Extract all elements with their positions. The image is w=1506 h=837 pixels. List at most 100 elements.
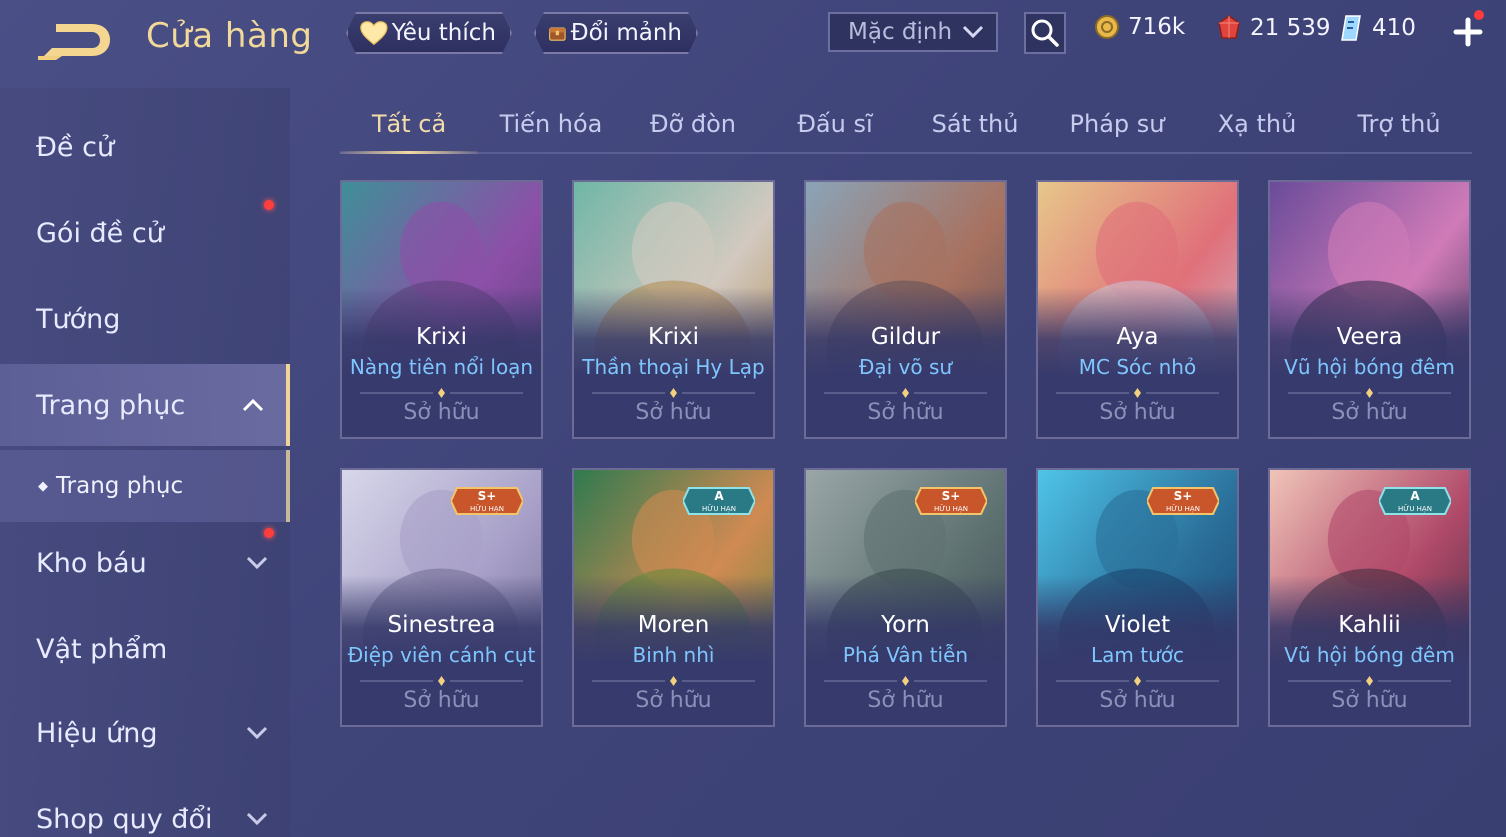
gold-balance: 716k — [1094, 14, 1185, 40]
back-arrow-icon — [38, 24, 110, 60]
gold-coin-icon — [1095, 15, 1119, 39]
voucher-gem-icon — [1341, 15, 1361, 41]
owned-status: Sở hữu — [635, 400, 712, 425]
rarity-tier: S+ — [478, 489, 497, 503]
ruby-amount: 21 539 — [1250, 15, 1331, 41]
sidebar-item-label: Gói đề cử — [36, 217, 164, 249]
tab-label: Tất cả — [371, 110, 447, 138]
skin-card[interactable]: Yorn Phá Vân tiễn Sở hữu S+ HỮU HẠN — [804, 468, 1007, 727]
owned-status: Sở hữu — [1331, 400, 1408, 425]
limited-label: HỮU HẠN — [702, 504, 736, 513]
skin-card[interactable]: Veera Vũ hội bóng đêm Sở hữu — [1268, 180, 1471, 439]
tab-support[interactable]: Trợ thủ — [1330, 96, 1468, 152]
rarity-badge: S+HỮU HẠN — [1147, 487, 1219, 515]
chevron-up-icon — [242, 398, 264, 412]
heart-icon — [360, 19, 388, 47]
back-button[interactable] — [34, 18, 114, 62]
tab-label: Pháp sư — [1069, 110, 1165, 138]
sidebar-item-treasure[interactable]: Kho báu — [0, 524, 290, 602]
sidebar-item-label: Đề cử — [36, 131, 115, 163]
rarity-badge: S+HỮU HẠN — [915, 487, 987, 515]
skin-name: Binh nhì — [632, 643, 715, 667]
tab-label: Đỡ đòn — [649, 110, 737, 138]
sidebar-item-label: Shop quy đổi — [36, 803, 213, 835]
ornament-divider — [1288, 388, 1451, 398]
hero-name: Kahlii — [1338, 612, 1401, 638]
owned-status: Sở hữu — [1099, 400, 1176, 425]
sidebar-item-recommended[interactable]: Đề cử — [0, 108, 290, 186]
rarity-badge: AHỮU HẠN — [683, 487, 755, 515]
treasure-chest-icon — [548, 16, 567, 50]
tab-label: Sát thủ — [931, 110, 1019, 138]
sort-selected-value: Mặc định — [848, 19, 953, 45]
skin-card[interactable]: Kahlii Vũ hội bóng đêm Sở hữu A HỮU HẠN — [1268, 468, 1471, 727]
skin-card[interactable]: Aya MC Sóc nhỏ Sở hữu — [1036, 180, 1239, 439]
skin-card[interactable]: Moren Binh nhì Sở hữu A HỮU HẠN — [572, 468, 775, 727]
sidebar-item-effects[interactable]: Hiệu ứng — [0, 694, 290, 772]
limited-label: HỮU HẠN — [1398, 504, 1432, 513]
sidebar-item-bundles[interactable]: Gói đề cử — [0, 194, 290, 272]
favorites-label: Yêu thích — [391, 20, 496, 46]
sidebar-item-label: Vật phẩm — [36, 633, 168, 665]
chevron-down-icon — [246, 812, 268, 826]
tab-tank[interactable]: Đỡ đòn — [624, 96, 762, 152]
ornament-divider — [592, 676, 755, 686]
skin-card[interactable]: Krixi Nàng tiên nổi loạn Sở hữu — [340, 180, 543, 439]
ornament-divider — [824, 388, 987, 398]
tab-fighter[interactable]: Đấu sĩ — [766, 96, 904, 152]
chevron-down-icon — [962, 25, 984, 39]
owned-status: Sở hữu — [1099, 688, 1176, 713]
tab-assassin[interactable]: Sát thủ — [906, 96, 1044, 152]
hero-name: Yorn — [881, 612, 930, 638]
tab-marksman[interactable]: Xạ thủ — [1188, 96, 1326, 152]
active-tab-indicator — [340, 151, 478, 154]
tab-evolution[interactable]: Tiến hóa — [482, 96, 620, 152]
fragment-exchange-button[interactable]: Đổi mảnh — [534, 12, 698, 54]
ornament-divider — [1056, 676, 1219, 686]
owned-status: Sở hữu — [635, 688, 712, 713]
skin-name: Vũ hội bóng đêm — [1284, 643, 1455, 667]
sort-dropdown[interactable]: Mặc định — [828, 12, 998, 52]
rarity-badge: AHỮU HẠN — [1379, 487, 1451, 515]
favorites-button[interactable]: Yêu thích — [346, 12, 512, 54]
sidebar-subitem-skins[interactable]: ◆ Trang phục — [0, 450, 290, 522]
sidebar-item-skins[interactable]: Trang phục — [0, 364, 290, 446]
search-button[interactable] — [1024, 12, 1066, 54]
sidebar-item-items[interactable]: Vật phẩm — [0, 610, 290, 688]
page-title: Cửa hàng — [146, 16, 313, 56]
ornament-divider — [1056, 388, 1219, 398]
hero-name: Veera — [1336, 324, 1403, 350]
rarity-tier: A — [1410, 489, 1420, 503]
sidebar-item-label: Hiệu ứng — [36, 717, 158, 749]
owned-status: Sở hữu — [403, 400, 480, 425]
tab-mage[interactable]: Pháp sư — [1048, 96, 1186, 152]
sidebar-item-heroes[interactable]: Tướng — [0, 280, 290, 358]
skin-card[interactable]: Krixi Thần thoại Hy Lạp Sở hữu — [572, 180, 775, 439]
sidebar-item-label: Kho báu — [36, 547, 147, 579]
owned-status: Sở hữu — [403, 688, 480, 713]
skin-card[interactable]: Sinestrea Điệp viên cánh cụt Sở hữu S+ HỮU H… — [340, 468, 543, 727]
hero-name: Krixi — [416, 324, 467, 350]
skin-grid: Krixi Nàng tiên nổi loạn Sở hữu Krixi Thần t… — [340, 180, 1472, 837]
ornament-divider — [1288, 676, 1451, 686]
sidebar-item-exchange-shop[interactable]: Shop quy đổi — [0, 780, 290, 837]
hero-name: Krixi — [648, 324, 699, 350]
skin-card[interactable]: Gildur Đại võ sư Sở hữu — [804, 180, 1007, 439]
tab-label: Đấu sĩ — [797, 110, 873, 138]
ruby-icon — [1218, 15, 1240, 39]
ornament-divider — [824, 676, 987, 686]
skin-card[interactable]: Violet Lam tước Sở hữu S+ HỮU HẠN — [1036, 468, 1239, 727]
voucher-balance: 410 — [1338, 14, 1416, 42]
hero-name: Aya — [1116, 324, 1159, 350]
rarity-tier: S+ — [1174, 489, 1193, 503]
hero-name: Violet — [1104, 612, 1171, 638]
diamond-bullet-icon: ◆ — [38, 478, 48, 494]
tab-label: Tiến hóa — [499, 110, 603, 138]
fragment-exchange-label: Đổi mảnh — [570, 20, 682, 46]
top-bar: Cửa hàng Yêu thích Đổi mảnh Mặc định 716… — [0, 0, 1506, 80]
voucher-amount: 410 — [1372, 15, 1416, 41]
tab-all[interactable]: Tất cả — [340, 96, 478, 154]
skin-name: Thần thoại Hy Lạp — [582, 355, 765, 379]
rarity-badge: S+HỮU HẠN — [451, 487, 523, 515]
chevron-down-icon — [246, 556, 268, 570]
